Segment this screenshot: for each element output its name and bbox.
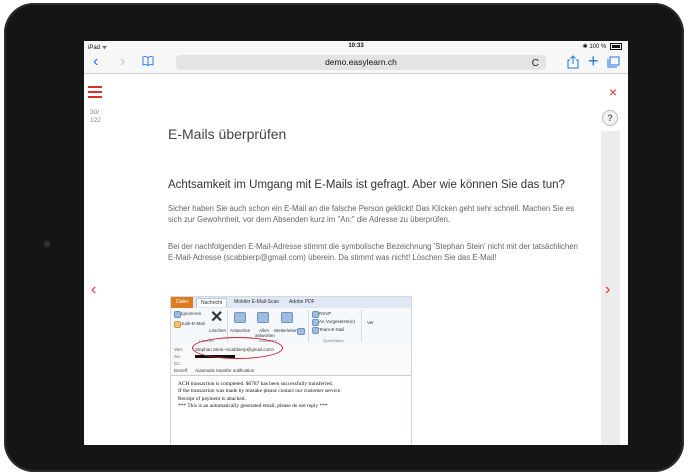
email-body: ACH transaction is completed. $6787 has … <box>178 381 408 411</box>
tabs-icon[interactable] <box>607 56 620 68</box>
battery-icon <box>610 43 622 50</box>
cc-label: Cc: <box>174 361 181 366</box>
address-bar[interactable]: demo.easylearn.ch C <box>176 55 546 70</box>
junk-icon <box>174 321 181 328</box>
ipad-frame: iPad ᯤ 10:33 ✱ 100 % ‹ › demo.easylearn.… <box>4 3 684 472</box>
ribbon-tabs: Datei Nachricht Mobiler E-Mail-Scan Adob… <box>171 297 411 308</box>
ribbon-tab-file: Datei <box>171 297 193 308</box>
move-label: Ver <box>367 320 374 325</box>
more-respond-icon <box>297 328 305 335</box>
page-counter-current: 30/ <box>90 109 100 116</box>
help-icon[interactable]: ? <box>602 110 618 126</box>
rsvp-icon <box>312 311 319 318</box>
team-email-icon <box>312 327 319 334</box>
email-body-line: *** This is an automatically generated e… <box>178 403 328 410</box>
explanation-paragraph: Bei der nachfolgenden E-Mail-Adresse sti… <box>168 242 578 262</box>
to-manager-label: An Vorgesetzte(n) <box>319 319 356 324</box>
page-title: E-Mails überprüfen <box>168 126 287 142</box>
ipad-screen: iPad ᯤ 10:33 ✱ 100 % ‹ › demo.easylearn.… <box>84 41 628 445</box>
hamburger-menu-icon[interactable] <box>88 86 102 98</box>
page-counter: 30/ 122 <box>90 109 101 125</box>
reply-label: Antworten <box>230 328 251 333</box>
status-bar: iPad ᯤ 10:33 ✱ 100 % <box>84 41 628 52</box>
ribbon-separator <box>361 310 362 342</box>
email-body-line: If the transaction was made by mistake p… <box>178 388 342 395</box>
forward-icon <box>281 312 293 323</box>
url-text: demo.easylearn.ch <box>325 57 397 67</box>
highlight-circle <box>192 337 283 359</box>
rsvp-label: RSVP <box>319 311 332 316</box>
ribbon-tab-adobe-pdf: Adobe PDF <box>289 299 315 305</box>
reply-all-icon <box>257 312 269 323</box>
junk-label: Junk-E-Mail <box>181 321 205 326</box>
delete-label: Löschen <box>209 328 227 333</box>
previous-page-icon[interactable]: ‹ <box>91 281 96 299</box>
bookmarks-icon[interactable] <box>142 56 154 66</box>
ribbon-separator <box>308 310 309 342</box>
page-subheading: Achtsamkeit im Umgang mit E-Mails ist ge… <box>168 179 565 191</box>
forward-label: Weiterleiten <box>274 328 298 333</box>
back-button[interactable]: ‹ <box>93 54 98 70</box>
status-right: ✱ 100 % <box>583 43 622 50</box>
new-tab-button[interactable]: + <box>588 52 599 70</box>
close-icon[interactable]: × <box>609 85 617 99</box>
bluetooth-icon: ✱ <box>582 44 588 51</box>
subject-value: Automatic transfer notification <box>195 368 255 373</box>
next-page-icon[interactable]: › <box>605 281 610 299</box>
battery-percent: 100 % <box>589 44 607 51</box>
to-label: An: <box>174 354 181 359</box>
clock: 10:33 <box>348 43 364 49</box>
side-scrollbar[interactable] <box>601 131 620 445</box>
intro-paragraph: Sicher haben Sie auch schon ein E-Mail a… <box>168 204 575 224</box>
ignore-icon <box>174 311 181 318</box>
reload-icon[interactable]: C <box>532 56 539 71</box>
from-label: Von: <box>174 347 184 352</box>
ribbon-tab-mobile-scan: Mobiler E-Mail-Scan <box>234 299 280 305</box>
front-camera <box>43 240 51 248</box>
manager-icon <box>312 319 319 326</box>
reply-all-label: Allen antworten <box>255 328 275 338</box>
email-body-line: Receipt of payment is attached. <box>178 395 246 402</box>
ignore-label: Ignorieren <box>181 311 202 316</box>
subject-label: Betreff: <box>174 368 189 373</box>
forward-button[interactable]: › <box>120 54 125 70</box>
page-counter-total: 122 <box>90 117 101 124</box>
group-quicksteps-label: QuickSteps <box>323 338 344 343</box>
share-icon[interactable] <box>566 55 580 69</box>
reply-icon <box>234 312 246 323</box>
ribbon-tab-message: Nachricht <box>196 298 228 307</box>
team-email-label: Team-E-Mail <box>319 327 345 332</box>
browser-toolbar: ‹ › demo.easylearn.ch C + <box>84 52 628 74</box>
email-screenshot: Datei Nachricht Mobiler E-Mail-Scan Adob… <box>170 296 412 445</box>
delete-x-icon: ✕ <box>210 309 224 326</box>
